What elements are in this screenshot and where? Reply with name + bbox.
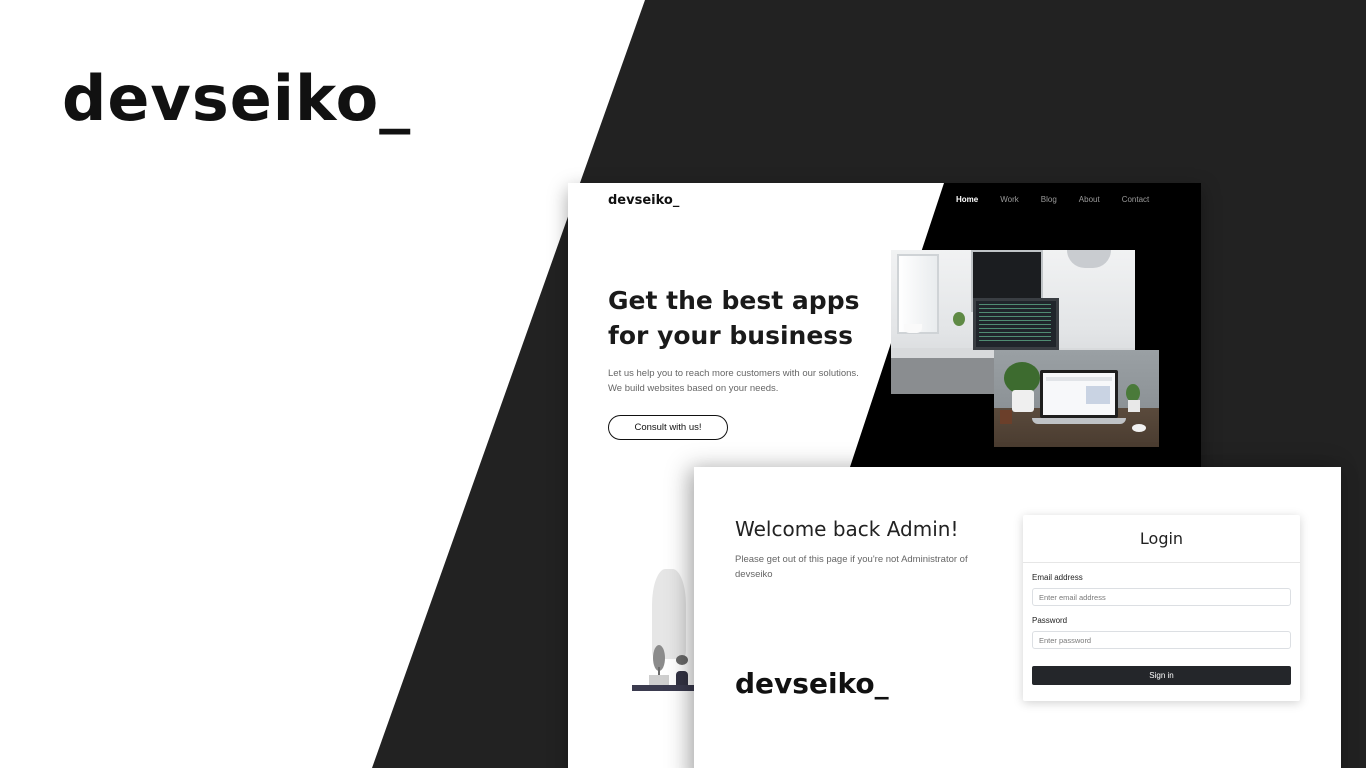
email-input[interactable]: [1032, 588, 1291, 606]
illustration-ground: [632, 685, 702, 691]
sign-in-button[interactable]: Sign in: [1032, 666, 1291, 685]
hero-subtitle: Let us help you to reach more customers …: [608, 366, 868, 396]
desk-laptop-header: [1046, 377, 1112, 381]
illustration-small-plant: [676, 655, 688, 665]
consult-button[interactable]: Consult with us!: [608, 415, 728, 440]
nav-item-work[interactable]: Work: [1000, 195, 1019, 204]
hero-title-line-2: for your business: [608, 321, 854, 350]
nav-item-blog[interactable]: Blog: [1041, 195, 1057, 204]
illustration-pot: [649, 675, 669, 685]
office-plant: [953, 312, 965, 326]
nav-item-contact[interactable]: Contact: [1122, 195, 1150, 204]
office-code-lines: [979, 304, 1051, 344]
desk-mug: [1000, 410, 1012, 424]
desk-laptop-photo: [994, 350, 1159, 447]
office-window: [897, 254, 939, 334]
hero-subtitle-line-1: Let us help you to reach more customers …: [608, 368, 859, 379]
desk-small-pot: [1128, 400, 1140, 412]
nav-item-home[interactable]: Home: [956, 195, 978, 204]
office-cup: [904, 324, 922, 333]
nav-item-about[interactable]: About: [1079, 195, 1100, 204]
password-label: Password: [1032, 616, 1068, 625]
login-card: Login Email address Password Sign in: [1023, 515, 1300, 701]
landing-logo[interactable]: devseiko_: [608, 193, 679, 208]
email-label: Email address: [1032, 573, 1083, 582]
hero-title: Get the best apps for your business: [608, 283, 868, 353]
office-lamp: [1067, 250, 1111, 268]
brand-title: devseiko_: [62, 62, 412, 135]
desk-laptop-base: [1032, 418, 1126, 424]
login-divider: [1023, 562, 1300, 563]
admin-logo: devseiko_: [735, 667, 889, 700]
password-input[interactable]: [1032, 631, 1291, 649]
hero-title-line-1: Get the best apps: [608, 286, 860, 315]
hero-subtitle-line-2: We build websites based on your needs.: [608, 383, 779, 394]
welcome-subtitle: Please get out of this page if you're no…: [735, 554, 968, 580]
desk-laptop-image: [1086, 386, 1110, 404]
admin-login-mockup: Welcome back Admin! Please get out of th…: [694, 467, 1341, 768]
desk-plant-pot: [1012, 390, 1034, 412]
illustration-small-pot: [676, 671, 688, 685]
desk-mouse: [1132, 424, 1146, 432]
login-title: Login: [1139, 529, 1184, 548]
welcome-title: Welcome back Admin!: [735, 517, 959, 541]
landing-nav: Home Work Blog About Contact: [956, 195, 1171, 204]
